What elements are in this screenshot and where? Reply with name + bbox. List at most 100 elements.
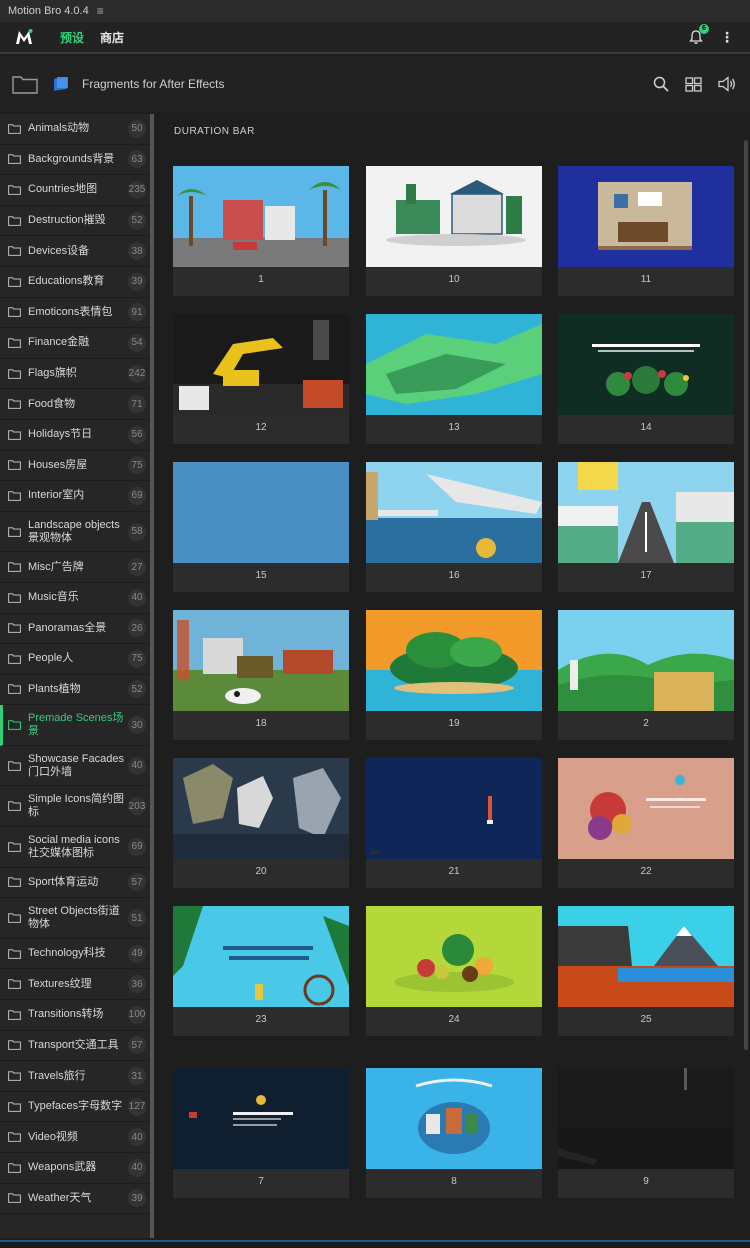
sidebar-item[interactable]: Food食物 71	[0, 389, 150, 420]
folder-icon	[8, 1040, 21, 1051]
sidebar-item[interactable]: Premade Scenes场景 30	[0, 705, 150, 746]
preset-thumbnail[interactable]	[366, 610, 542, 711]
preset-card[interactable]: 14	[558, 314, 734, 444]
sidebar-item[interactable]: Simple Icons简约图标 203	[0, 786, 150, 828]
sidebar-item[interactable]: Countries地图 235	[0, 175, 150, 206]
sidebar-item[interactable]: Houses房屋 75	[0, 451, 150, 482]
preset-card[interactable]: 23	[173, 906, 349, 1036]
preset-thumbnail[interactable]	[366, 758, 542, 859]
preset-thumbnail[interactable]	[558, 462, 734, 563]
preset-thumbnail[interactable]	[173, 1068, 349, 1169]
preset-thumbnail[interactable]	[366, 166, 542, 267]
preset-thumbnail[interactable]	[366, 462, 542, 563]
preset-thumbnail[interactable]	[366, 314, 542, 415]
section-title: DURATION BAR	[174, 126, 255, 137]
sidebar-item[interactable]: Travels旅行 31	[0, 1061, 150, 1092]
sidebar-item[interactable]: Textures纹理 36	[0, 969, 150, 1001]
hamburger-icon[interactable]: ≡	[97, 4, 104, 18]
preset-card[interactable]: 24	[366, 906, 542, 1036]
sidebar-item[interactable]: Educations教育 39	[0, 267, 150, 298]
sidebar-item[interactable]: Destruction摧毁 52	[0, 206, 150, 237]
preset-thumbnail[interactable]	[173, 758, 349, 859]
preset-label: 20	[255, 866, 267, 877]
sidebar-item[interactable]: Weapons武器 40	[0, 1153, 150, 1184]
preset-card[interactable]: 15	[173, 462, 349, 592]
sidebar-item[interactable]: Emoticons表情包 91	[0, 298, 150, 329]
preset-card[interactable]: 19	[366, 610, 542, 740]
notification-bell-icon[interactable]: 6	[688, 24, 709, 45]
sidebar-item[interactable]: Sport体育运动 57	[0, 868, 150, 899]
preset-thumbnail[interactable]	[173, 906, 349, 1007]
sidebar-item[interactable]: Social media icons社交媒体图标 69	[0, 827, 150, 868]
content-scrollbar[interactable]	[744, 140, 748, 1050]
sidebar-item[interactable]: Showcase Facades门口外墙 40	[0, 746, 150, 787]
sidebar-item-label: Simple Icons简约图标	[28, 793, 124, 819]
volume-icon[interactable]	[718, 76, 736, 92]
sidebar-item[interactable]: Misc广告牌 27	[0, 552, 150, 583]
preset-card[interactable]: 11	[558, 166, 734, 296]
sidebar-item-label: Backgrounds背景	[28, 152, 115, 165]
preset-thumbnail[interactable]	[366, 1068, 542, 1169]
preset-thumbnail[interactable]	[558, 610, 734, 711]
preset-thumbnail[interactable]	[558, 314, 734, 415]
preset-card[interactable]: 2	[558, 610, 734, 740]
sidebar-item[interactable]: Street Objects街道物体 51	[0, 898, 150, 939]
sidebar-item[interactable]: Technology科技 49	[0, 939, 150, 970]
preset-label: 9	[643, 1176, 649, 1187]
preset-thumbnail[interactable]	[558, 758, 734, 859]
preset-card[interactable]: 8	[366, 1068, 542, 1198]
preset-thumbnail[interactable]	[366, 906, 542, 1007]
preset-thumbnail[interactable]	[173, 610, 349, 711]
sidebar-item-count: 57	[128, 1036, 146, 1055]
sidebar-item[interactable]: Animals动物 50	[0, 114, 150, 145]
folder-icon	[8, 1193, 21, 1204]
sidebar-item[interactable]: Weather天气 39	[0, 1184, 150, 1215]
preset-thumbnail[interactable]	[558, 906, 734, 1007]
sidebar-item[interactable]: Flags旗帜 242	[0, 359, 150, 390]
sidebar-item[interactable]: Backgrounds背景 63	[0, 145, 150, 176]
preset-thumbnail[interactable]	[173, 314, 349, 415]
sidebar-item[interactable]: Holidays节日 56	[0, 420, 150, 451]
preset-card[interactable]: 16	[366, 462, 542, 592]
sidebar-item[interactable]: Panoramas全景 26	[0, 614, 150, 645]
preset-card[interactable]: 25	[558, 906, 734, 1036]
preset-card[interactable]: 20	[173, 758, 349, 888]
sidebar-item-label: Street Objects街道物体	[28, 905, 120, 931]
sidebar-item[interactable]: Interior室内 69	[0, 481, 150, 512]
sidebar-item[interactable]: Devices设备 38	[0, 236, 150, 267]
search-icon[interactable]	[653, 76, 669, 92]
sidebar-item[interactable]: Video视频 40	[0, 1122, 150, 1153]
sidebar-item[interactable]: Plants植物 52	[0, 675, 150, 706]
tab-presets[interactable]: 预设	[60, 23, 84, 51]
sidebar-item[interactable]: Music音乐 40	[0, 583, 150, 614]
preset-thumbnail[interactable]	[558, 1068, 734, 1169]
motion-bro-logo-icon	[16, 29, 33, 44]
sidebar-item[interactable]: Transport交通工具 57	[0, 1031, 150, 1062]
preset-thumbnail[interactable]	[173, 462, 349, 563]
preset-thumbnail[interactable]	[173, 166, 349, 267]
preset-card[interactable]: 13	[366, 314, 542, 444]
more-options-icon[interactable]: ⋮	[720, 29, 734, 46]
preset-card[interactable]: 22	[558, 758, 734, 888]
sidebar-item-label: Animals动物	[28, 122, 90, 135]
sidebar-item[interactable]: Finance金融 54	[0, 328, 150, 359]
preset-card[interactable]: 17	[558, 462, 734, 592]
grid-view-icon[interactable]	[685, 76, 702, 92]
preset-card[interactable]: 1	[173, 166, 349, 296]
folder-icon[interactable]	[12, 74, 38, 94]
preset-card[interactable]: 21	[366, 758, 542, 888]
preset-card[interactable]: 18	[173, 610, 349, 740]
sidebar-item[interactable]: People人 75	[0, 644, 150, 675]
preset-card[interactable]: 12	[173, 314, 349, 444]
preset-label: 8	[451, 1176, 457, 1187]
preset-card[interactable]: 10	[366, 166, 542, 296]
folder-icon	[8, 399, 21, 410]
sidebar-item[interactable]: Transitions转场 100	[0, 1000, 150, 1031]
preset-card[interactable]: 9	[558, 1068, 734, 1198]
sidebar-item[interactable]: Landscape objects景观物体 58	[0, 512, 150, 553]
sidebar-scrollbar[interactable]	[150, 114, 154, 1238]
tab-store[interactable]: 商店	[100, 23, 124, 51]
preset-thumbnail[interactable]	[558, 166, 734, 267]
sidebar-item[interactable]: Typefaces字母数字 127	[0, 1092, 150, 1123]
preset-card[interactable]: 7	[173, 1068, 349, 1198]
